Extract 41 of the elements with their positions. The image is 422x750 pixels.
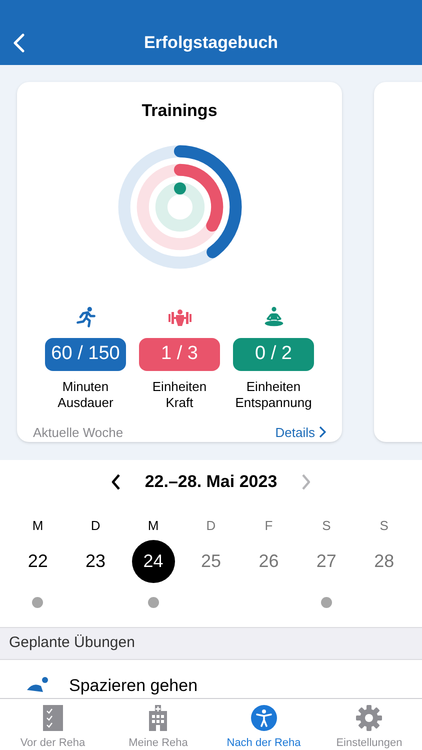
back-icon[interactable] <box>12 33 26 53</box>
chevron-icon <box>319 426 326 438</box>
weekday-label: S <box>322 517 331 535</box>
section-heading: Geplante Übungen <box>9 633 135 654</box>
weekday-label: D <box>206 517 216 535</box>
metric-value: 0 / 2 <box>233 338 314 370</box>
page-title: Erfolgstagebuch <box>144 32 278 54</box>
hospital-icon <box>147 705 170 731</box>
details-link[interactable]: Details <box>275 422 326 442</box>
week-range: 22.–28. Mai 2023 <box>144 471 278 494</box>
weekday-label: F <box>264 517 273 535</box>
tab-item[interactable]: Meine Reha <box>106 699 211 750</box>
date-button[interactable]: 28 <box>362 540 406 583</box>
tab-item[interactable]: Vor der Reha <box>0 699 106 750</box>
metric-value: 1 / 3 <box>139 338 220 370</box>
weekday-label: S <box>380 517 388 535</box>
trainings-card[interactable]: Trainings 60 / 150 Minuten Ausdauer 1 / 3 Einheiten Kraft 0 / 2 Einheiten Entspannung Aktuelle Woche Details <box>17 82 342 442</box>
weightlifter-icon <box>168 308 192 328</box>
meditation-icon <box>262 306 284 328</box>
period-label: Aktuelle Woche <box>33 424 124 442</box>
metric-label: Minuten Ausdauer <box>58 378 114 410</box>
date-button[interactable]: 27 <box>304 540 348 583</box>
date-button[interactable]: 24 <box>132 540 175 583</box>
date-button[interactable]: 26 <box>247 540 290 583</box>
date-button[interactable]: 23 <box>74 540 118 583</box>
card-title: Trainings <box>142 100 218 122</box>
tab-item[interactable]: Nach der Reha <box>211 699 316 750</box>
previous-week-icon[interactable] <box>110 474 121 490</box>
date-button[interactable]: 25 <box>189 540 232 583</box>
metric-label: Einheiten Kraft <box>152 378 207 410</box>
checklist-icon <box>42 705 63 731</box>
accessibility-icon <box>250 705 277 731</box>
metric-value: 60 / 150 <box>45 338 126 370</box>
date-button[interactable]: 22 <box>16 540 60 583</box>
weekday-label: D <box>90 517 100 535</box>
weekday-label: M <box>148 517 159 535</box>
exercise-title[interactable]: Spazieren gehen <box>69 673 198 698</box>
metric-label: Einheiten Entspannung <box>235 378 312 410</box>
weekday-label: M <box>32 517 44 535</box>
tab-item[interactable]: Einstellungen <box>316 699 422 750</box>
runner-icon <box>74 306 96 328</box>
